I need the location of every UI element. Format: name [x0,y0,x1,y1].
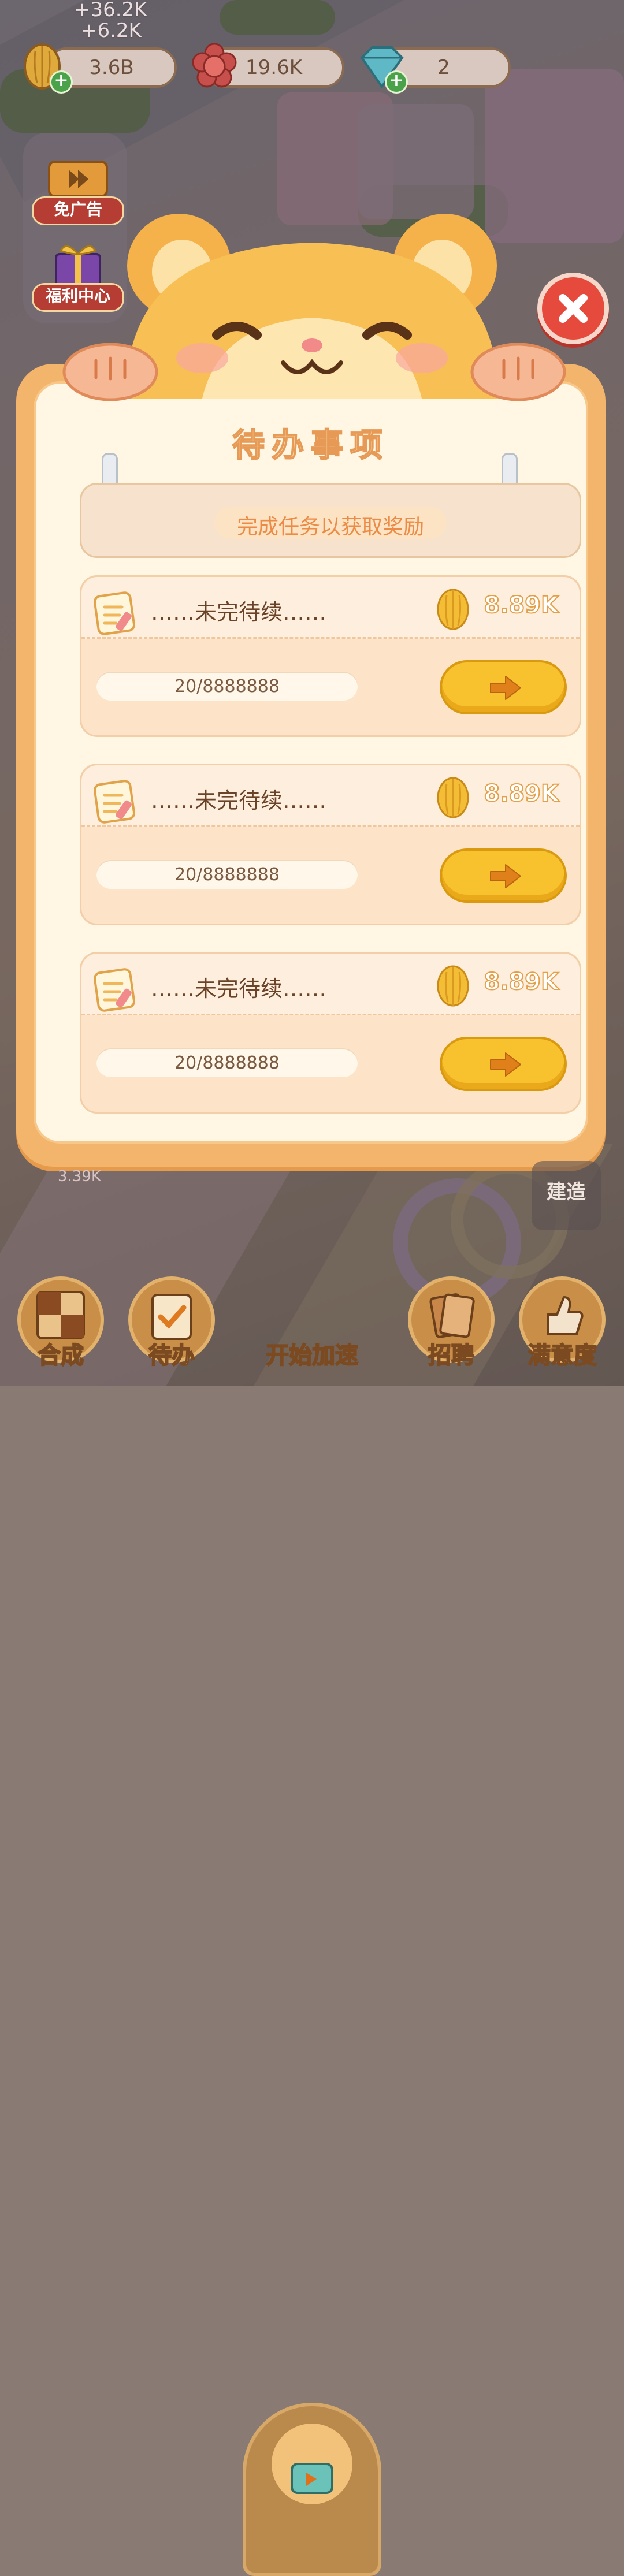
floating-gain-2: +6.2K [81,19,142,42]
close-icon [559,294,588,323]
hamster-paw-right-icon [470,343,566,401]
gift-box-icon [55,245,101,288]
go-to-task-button[interactable] [440,660,567,714]
task-card: ……未完待续…… 8.89K 20/8888888 [80,952,581,1114]
seed-reward-icon [437,589,469,630]
go-to-task-button[interactable] [440,848,567,903]
task-progress-text: 20/8888888 [174,865,280,885]
notepad-icon [94,780,135,824]
task-reward: 8.89K [483,591,559,619]
thumbs-up-icon [547,1296,584,1335]
hamster-paw-left-icon [62,343,158,401]
add-diamonds-icon[interactable]: + [385,70,408,94]
go-to-task-button[interactable] [440,1037,567,1091]
task-banner-text: 完成任务以获取奖励 [236,515,424,539]
bottom-nav: 合成 待办 开始加速 招聘 满意度 [0,1196,624,2576]
task-card: ……未完待续…… 8.89K 20/8888888 [80,764,581,925]
task-card: ……未完待续…… 8.89K 20/8888888 [80,575,581,737]
task-progress-text: 20/8888888 [174,1053,280,1073]
faded-value: 3.39K [58,1168,101,1185]
task-progress: 20/8888888 [96,860,358,889]
flower-counter-value: 19.6K [246,56,302,79]
task-reward: 8.89K [483,968,559,996]
notepad-icon [94,968,135,1012]
flower-icon [192,43,237,88]
add-seeds-icon[interactable]: + [50,70,73,94]
nav-merge-label: 合成 [37,1342,84,1369]
arrow-right-icon [490,1052,521,1077]
cards-icon [429,1293,475,1338]
task-progress: 20/8888888 [96,1048,358,1077]
close-dialog-button[interactable] [537,273,609,344]
hamster-speedup-icon [272,2424,352,2504]
nav-satisfaction-label: 满意度 [527,1342,597,1369]
seed-reward-icon [437,777,469,818]
seed-counter-value: 3.6B [89,56,134,79]
todo-dialog: 待办事项 完成任务以获取奖励 ……未完待续…… 8.89K 20/8888888 [16,364,606,1167]
arrow-right-icon [490,864,521,888]
nav-todo-label: 待办 [148,1342,195,1369]
seed-reward-icon [437,965,469,1007]
chessboard-icon [36,1291,85,1339]
notepad-icon [94,591,135,635]
arrow-right-icon [490,676,521,700]
diamond-counter-value: 2 [437,56,450,79]
task-name: ……未完待续…… [151,976,327,1002]
hamster-mascot-icon [127,214,497,399]
nav-speed-up-label: 开始加速 [265,1342,359,1369]
speed-up-button[interactable] [243,2403,381,2576]
clipboard-check-icon [151,1294,192,1340]
task-progress-text: 20/8888888 [174,676,280,697]
ticket-icon [48,161,108,198]
todo-dialog-paper: 待办事项 完成任务以获取奖励 ……未完待续…… 8.89K 20/8888888 [34,381,588,1144]
task-banner: 完成任务以获取奖励 [80,483,581,558]
task-reward: 8.89K [483,780,559,807]
task-name: ……未完待续…… [151,788,327,813]
task-progress: 20/8888888 [96,672,358,701]
task-name: ……未完待续…… [151,600,327,625]
floating-gain-1: +36.2K [74,0,147,21]
nav-recruit-label: 招聘 [428,1342,475,1369]
